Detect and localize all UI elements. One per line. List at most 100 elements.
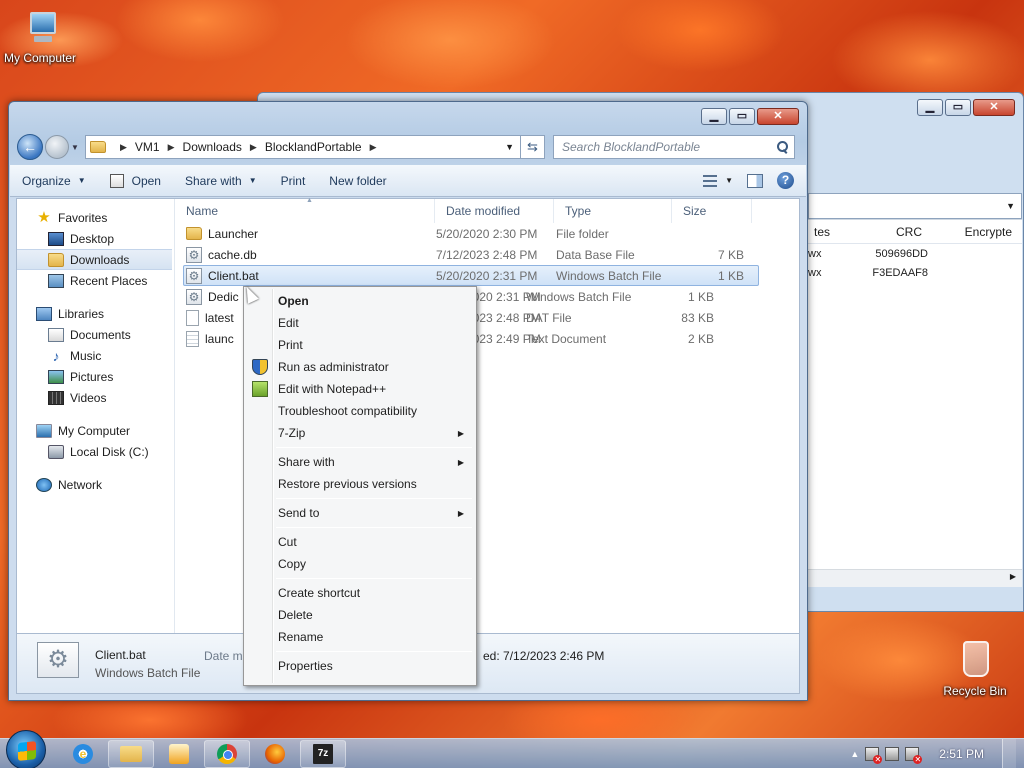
start-button[interactable] bbox=[6, 729, 46, 768]
taskbar-windows-explorer[interactable] bbox=[108, 739, 154, 768]
sidebar-item-pictures[interactable]: Pictures bbox=[17, 366, 174, 387]
change-view-button[interactable]: ▼ bbox=[703, 174, 733, 187]
sidebar-item-label: Libraries bbox=[58, 306, 105, 321]
chevron-down-icon: ▼ bbox=[505, 142, 514, 152]
file-size: 2 KB bbox=[687, 331, 714, 346]
column-header-crc[interactable]: CRC bbox=[868, 225, 928, 239]
background-window-address[interactable]: ▼ bbox=[808, 193, 1022, 219]
organize-button[interactable]: Organize ▼ bbox=[10, 174, 98, 188]
desktop-recycle-bin-icon[interactable]: Recycle Bin bbox=[940, 635, 1010, 698]
sidebar-item-downloads[interactable]: Downloads bbox=[17, 249, 172, 270]
taskbar-media-player[interactable] bbox=[156, 740, 202, 768]
search-icon[interactable] bbox=[776, 141, 788, 153]
recent-pages-dropdown[interactable]: ▼ bbox=[71, 143, 83, 152]
file-name: Launcher bbox=[208, 226, 259, 241]
action-center-icon[interactable] bbox=[865, 746, 883, 764]
network-tray-icon[interactable] bbox=[885, 746, 900, 761]
volume-icon[interactable] bbox=[905, 746, 923, 764]
menu-item-open[interactable]: Open bbox=[246, 290, 474, 312]
forward-button[interactable] bbox=[45, 135, 69, 159]
minimize-button[interactable]: ▁ bbox=[917, 99, 943, 116]
table-row[interactable]: wx 509696DD bbox=[808, 244, 1022, 263]
refresh-button[interactable]: ⇆ bbox=[521, 135, 545, 159]
help-icon[interactable]: ? bbox=[777, 172, 794, 189]
column-header-encrypted[interactable]: Encrypte bbox=[928, 225, 1018, 239]
menu-item-troubleshoot-compatibility[interactable]: Troubleshoot compatibility bbox=[246, 400, 474, 422]
back-button[interactable]: ← bbox=[17, 134, 43, 160]
chevron-right-icon[interactable]: ▶ bbox=[250, 142, 257, 153]
maximize-button[interactable]: ▭ bbox=[945, 99, 971, 116]
menu-item-edit-with-notepad-plus-plus[interactable]: Edit with Notepad++ bbox=[246, 378, 474, 400]
share-with-button[interactable]: Share with ▼ bbox=[173, 174, 269, 188]
documents-icon bbox=[48, 327, 64, 342]
clock[interactable]: 2:51 PM bbox=[939, 747, 984, 761]
menu-item-edit[interactable]: Edit bbox=[246, 312, 474, 334]
close-button[interactable]: ✕ bbox=[973, 99, 1015, 116]
horizontal-scrollbar[interactable]: ▶ bbox=[808, 569, 1022, 587]
print-button[interactable]: Print bbox=[269, 174, 318, 188]
details-file-type: Windows Batch File bbox=[95, 666, 201, 680]
menu-item-copy[interactable]: Copy bbox=[246, 553, 474, 575]
sidebar-item-label: Local Disk (C:) bbox=[70, 444, 149, 459]
show-hidden-icons-icon[interactable]: ▲ bbox=[850, 749, 859, 759]
new-folder-button[interactable]: New folder bbox=[317, 174, 398, 188]
menu-item-properties[interactable]: Properties bbox=[246, 655, 474, 677]
column-header-type[interactable]: Type bbox=[554, 199, 672, 223]
sidebar-item-desktop[interactable]: Desktop bbox=[17, 228, 174, 249]
sidebar-item-libraries[interactable]: Libraries bbox=[17, 303, 174, 324]
search-input[interactable]: Search BlocklandPortable bbox=[553, 135, 795, 159]
taskbar-internet-explorer[interactable]: e bbox=[60, 740, 106, 768]
open-button[interactable]: Open bbox=[98, 173, 173, 188]
file-name: latest bbox=[205, 310, 234, 325]
share-with-label: Share with bbox=[184, 173, 242, 188]
taskbar-chrome[interactable] bbox=[204, 739, 250, 768]
menu-item-delete[interactable]: Delete bbox=[246, 604, 474, 626]
file-row-client-bat[interactable]: Client.bat 5/20/2020 2:31 PM Windows Bat… bbox=[183, 265, 759, 286]
sidebar-item-favorites[interactable]: ★ Favorites bbox=[17, 207, 174, 228]
background-window-header: tes CRC Encrypte bbox=[808, 220, 1022, 244]
table-row[interactable]: wx F3EDAAF8 bbox=[808, 263, 1022, 282]
sidebar-item-documents[interactable]: Documents bbox=[17, 324, 174, 345]
chevron-right-icon[interactable]: ▶ bbox=[370, 142, 377, 153]
sidebar-item-recent-places[interactable]: Recent Places bbox=[17, 270, 174, 291]
sidebar-item-music[interactable]: ♪ Music bbox=[17, 345, 174, 366]
maximize-button[interactable]: ▭ bbox=[729, 108, 755, 125]
menu-item-share-with[interactable]: Share with ▶ bbox=[246, 451, 474, 473]
menu-item-run-as-administrator[interactable]: Run as administrator bbox=[246, 356, 474, 378]
taskbar-7zip[interactable]: 7z bbox=[300, 739, 346, 768]
column-header-size[interactable]: Size bbox=[672, 199, 752, 223]
close-button[interactable]: ✕ bbox=[757, 108, 799, 125]
menu-item-cut[interactable]: Cut bbox=[246, 531, 474, 553]
column-header[interactable]: tes bbox=[808, 225, 868, 239]
show-desktop-button[interactable] bbox=[1002, 738, 1016, 768]
sidebar-item-network[interactable]: Network bbox=[17, 474, 174, 495]
address-bar[interactable]: ▶ VM1 ▶ Downloads ▶ BlocklandPortable ▶ … bbox=[85, 135, 521, 159]
sidebar-item-videos[interactable]: Videos bbox=[17, 387, 174, 408]
preview-pane-icon[interactable] bbox=[747, 173, 763, 188]
file-row-launcher[interactable]: Launcher 5/20/2020 2:30 PM File folder bbox=[183, 223, 759, 244]
desktop-my-computer-icon[interactable]: My Computer bbox=[0, 8, 80, 65]
column-header-date[interactable]: Date modified bbox=[435, 199, 554, 223]
desktop-icon bbox=[48, 231, 64, 246]
menu-item-label: 7-Zip bbox=[278, 426, 306, 440]
taskbar-firefox[interactable] bbox=[252, 740, 298, 768]
chevron-right-icon[interactable]: ▶ bbox=[168, 142, 175, 153]
breadcrumb-item-blocklandportable[interactable]: BlocklandPortable bbox=[265, 140, 362, 154]
menu-item-send-to[interactable]: Send to ▶ bbox=[246, 502, 474, 524]
column-header-name[interactable]: Name bbox=[175, 199, 435, 223]
menu-item-7-zip[interactable]: 7-Zip ▶ bbox=[246, 422, 474, 444]
file-row-cache-db[interactable]: cache.db 7/12/2023 2:48 PM Data Base Fil… bbox=[183, 244, 759, 265]
breadcrumb-item-vm1[interactable]: VM1 bbox=[135, 140, 160, 154]
chevron-down-icon: ▼ bbox=[248, 176, 257, 185]
menu-item-rename[interactable]: Rename bbox=[246, 626, 474, 648]
breadcrumb-item-downloads[interactable]: Downloads bbox=[183, 140, 242, 154]
minimize-button[interactable]: ▁ bbox=[701, 108, 727, 125]
menu-item-print[interactable]: Print bbox=[246, 334, 474, 356]
menu-item-create-shortcut[interactable]: Create shortcut bbox=[246, 582, 474, 604]
navigation-bar: ← ▼ ▶ VM1 ▶ Downloads ▶ BlocklandPortabl… bbox=[17, 134, 799, 160]
sidebar-item-my-computer[interactable]: My Computer bbox=[17, 420, 174, 441]
downloads-folder-icon bbox=[48, 252, 64, 267]
sidebar-item-local-disk[interactable]: Local Disk (C:) bbox=[17, 441, 174, 462]
address-dropdown[interactable]: ▼ bbox=[505, 142, 514, 152]
menu-item-restore-previous-versions[interactable]: Restore previous versions bbox=[246, 473, 474, 495]
